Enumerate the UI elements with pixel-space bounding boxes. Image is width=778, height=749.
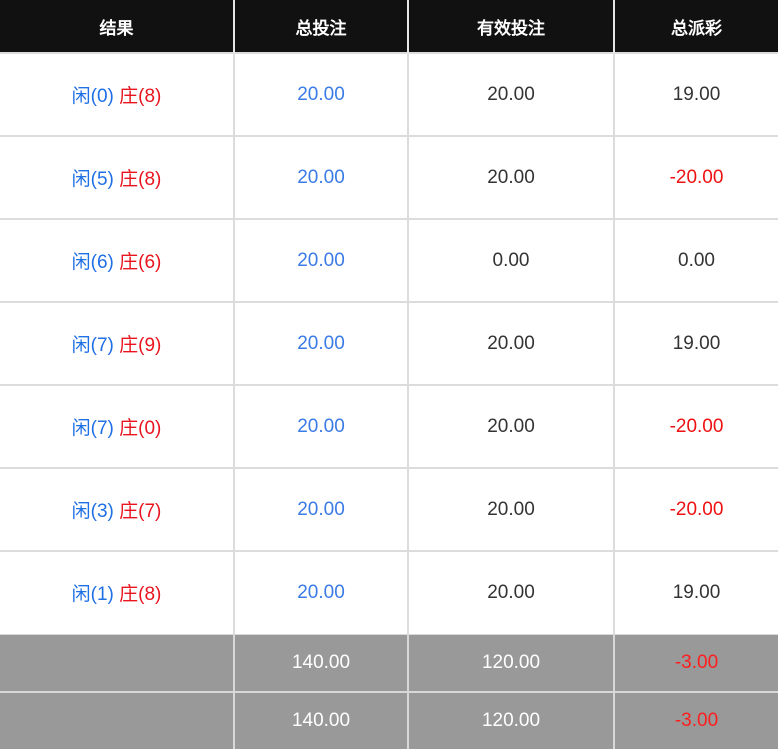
player-label: 闲 xyxy=(71,501,91,522)
player-label: 闲 xyxy=(71,335,91,356)
payout-cell: 19.00 xyxy=(613,301,778,385)
table-row[interactable]: 闲(7) 庄(9) 20.00 20.00 19.00 xyxy=(0,301,778,385)
valid-bet-cell: 20.00 xyxy=(407,550,614,634)
header-valid-bet[interactable]: 有效投注 xyxy=(407,0,614,53)
subtotal-payout: -3.00 xyxy=(613,691,778,749)
table-footer: 140.00 120.00 -3.00 140.00 120.00 -3.00 xyxy=(0,633,778,749)
player-score: (6) xyxy=(90,252,114,273)
table-row[interactable]: 闲(6) 庄(6) 20.00 0.00 0.00 xyxy=(0,218,778,302)
payout-cell: -20.00 xyxy=(613,384,778,468)
total-bet-cell: 20.00 xyxy=(233,301,408,385)
result-cell: 闲(0) 庄(8) xyxy=(0,52,234,136)
payout-cell: 0.00 xyxy=(613,218,778,302)
table-row[interactable]: 闲(1) 庄(8) 20.00 20.00 19.00 xyxy=(0,550,778,634)
subtotal-row: 140.00 120.00 -3.00 xyxy=(0,633,778,692)
subtotal-payout: -3.00 xyxy=(613,633,778,692)
table-row[interactable]: 闲(7) 庄(0) 20.00 20.00 -20.00 xyxy=(0,384,778,468)
bet-results-table: 结果 总投注 有效投注 总派彩 闲(0) 庄(8) 20.00 20.00 19… xyxy=(0,0,778,749)
total-bet-cell: 20.00 xyxy=(233,218,408,302)
banker-label: 庄 xyxy=(119,252,139,273)
banker-score: (8) xyxy=(138,86,162,107)
banker-label: 庄 xyxy=(119,584,139,606)
subtotal-valid-bet: 120.00 xyxy=(407,633,614,692)
banker-label: 庄 xyxy=(119,335,139,356)
banker-label: 庄 xyxy=(119,86,139,107)
player-label: 闲 xyxy=(71,584,91,606)
banker-label: 庄 xyxy=(119,501,139,522)
player-score: (1) xyxy=(90,584,114,606)
result-cell: 闲(7) 庄(0) xyxy=(0,384,234,468)
banker-score: (0) xyxy=(138,418,162,439)
payout-cell: -20.00 xyxy=(613,467,778,551)
valid-bet-cell: 20.00 xyxy=(407,301,614,385)
banker-score: (8) xyxy=(138,169,162,190)
header-total-bet[interactable]: 总投注 xyxy=(233,0,408,53)
banker-label: 庄 xyxy=(119,418,139,439)
player-label: 闲 xyxy=(71,252,91,273)
header-total-payout[interactable]: 总派彩 xyxy=(613,0,778,53)
table-body: 闲(0) 庄(8) 20.00 20.00 19.00 闲(5) 庄(8) 20… xyxy=(0,52,778,634)
player-score: (7) xyxy=(90,418,114,439)
table-row[interactable]: 闲(3) 庄(7) 20.00 20.00 -20.00 xyxy=(0,467,778,551)
total-bet-cell: 20.00 xyxy=(233,135,408,219)
player-score: (5) xyxy=(90,169,114,190)
subtotal-total-bet: 140.00 xyxy=(233,633,408,692)
subtotal-total-bet: 140.00 xyxy=(233,691,408,749)
valid-bet-cell: 20.00 xyxy=(407,384,614,468)
result-cell: 闲(1) 庄(8) xyxy=(0,550,234,634)
subtotal-row: 140.00 120.00 -3.00 xyxy=(0,691,778,749)
header-row: 结果 总投注 有效投注 总派彩 xyxy=(0,0,778,53)
result-cell: 闲(6) 庄(6) xyxy=(0,218,234,302)
banker-score: (8) xyxy=(138,584,162,606)
total-bet-cell: 20.00 xyxy=(233,550,408,634)
banker-label: 庄 xyxy=(119,169,139,190)
subtotal-valid-bet: 120.00 xyxy=(407,691,614,749)
valid-bet-cell: 20.00 xyxy=(407,52,614,136)
player-label: 闲 xyxy=(71,169,91,190)
player-score: (7) xyxy=(90,335,114,356)
total-bet-cell: 20.00 xyxy=(233,467,408,551)
valid-bet-cell: 0.00 xyxy=(407,218,614,302)
banker-score: (9) xyxy=(138,335,162,356)
result-cell: 闲(7) 庄(9) xyxy=(0,301,234,385)
player-label: 闲 xyxy=(71,418,91,439)
subtotal-label-cell xyxy=(0,691,234,749)
banker-score: (6) xyxy=(138,252,162,273)
player-label: 闲 xyxy=(71,86,91,107)
header-result[interactable]: 结果 xyxy=(0,0,234,53)
payout-cell: -20.00 xyxy=(613,135,778,219)
valid-bet-cell: 20.00 xyxy=(407,135,614,219)
player-score: (3) xyxy=(90,501,114,522)
payout-cell: 19.00 xyxy=(613,52,778,136)
table-row[interactable]: 闲(0) 庄(8) 20.00 20.00 19.00 xyxy=(0,52,778,136)
table-row[interactable]: 闲(5) 庄(8) 20.00 20.00 -20.00 xyxy=(0,135,778,219)
result-cell: 闲(5) 庄(8) xyxy=(0,135,234,219)
valid-bet-cell: 20.00 xyxy=(407,467,614,551)
player-score: (0) xyxy=(90,86,114,107)
result-cell: 闲(3) 庄(7) xyxy=(0,467,234,551)
table-header: 结果 总投注 有效投注 总派彩 xyxy=(0,0,778,53)
subtotal-label-cell xyxy=(0,633,234,692)
total-bet-cell: 20.00 xyxy=(233,52,408,136)
banker-score: (7) xyxy=(138,501,162,522)
payout-cell: 19.00 xyxy=(613,550,778,634)
total-bet-cell: 20.00 xyxy=(233,384,408,468)
